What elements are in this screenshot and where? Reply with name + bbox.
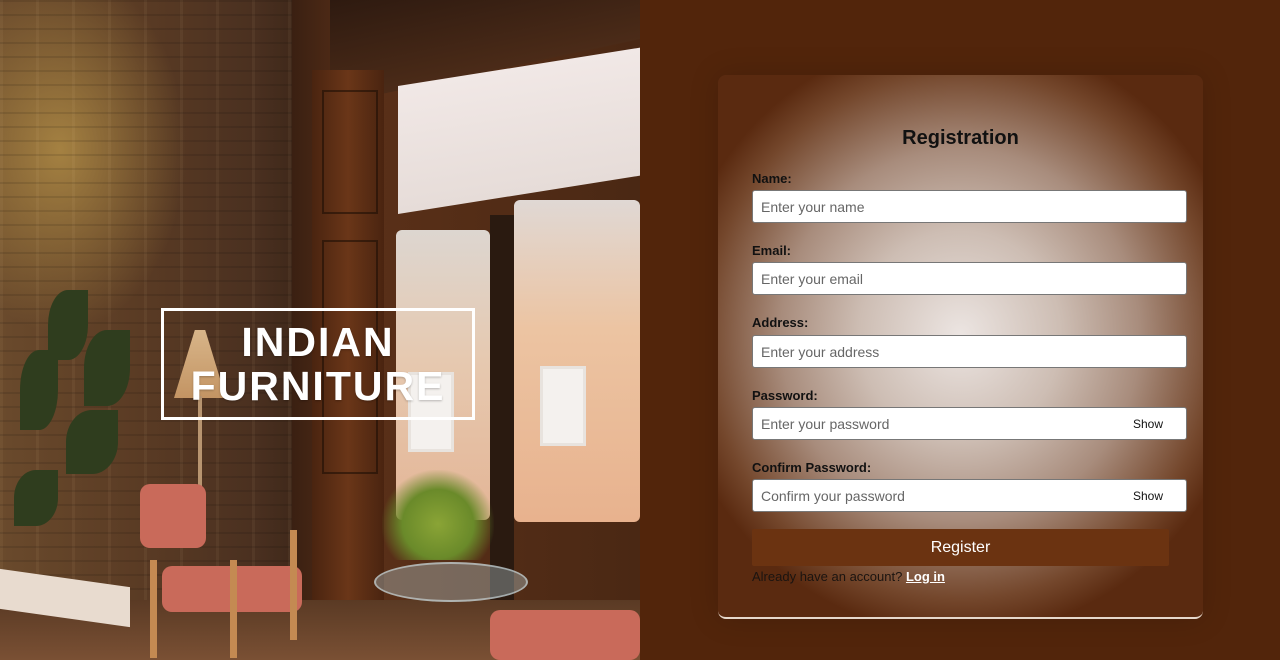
form-title: Registration bbox=[902, 127, 1019, 149]
email-input[interactable] bbox=[752, 262, 1187, 295]
door-panel bbox=[322, 90, 378, 214]
address-input[interactable] bbox=[752, 335, 1187, 368]
chair-leg bbox=[150, 560, 157, 658]
chair-leg bbox=[230, 560, 237, 658]
hero-image-panel: INDIAN FURNITURE bbox=[0, 0, 640, 660]
plant-leaf bbox=[84, 330, 130, 406]
email-label: Email: bbox=[752, 243, 792, 258]
chair-leg bbox=[290, 530, 297, 640]
confirm-password-label: Confirm Password: bbox=[752, 460, 872, 475]
password-label: Password: bbox=[752, 388, 818, 403]
registration-card: Registration Name: Email: Address: Passw… bbox=[718, 75, 1203, 619]
building-window bbox=[540, 366, 586, 446]
name-label: Name: bbox=[752, 171, 792, 186]
plant-leaf bbox=[14, 470, 58, 526]
chair-back bbox=[140, 484, 206, 548]
register-button[interactable]: Register bbox=[752, 529, 1169, 566]
address-label: Address: bbox=[752, 315, 809, 330]
login-prompt-text: Already have an account? bbox=[752, 569, 903, 584]
glass-table bbox=[374, 562, 528, 602]
name-input[interactable] bbox=[752, 190, 1187, 223]
login-link[interactable]: Log in bbox=[906, 569, 945, 584]
brand-title-line2: FURNITURE bbox=[190, 363, 446, 409]
plant-leaf bbox=[20, 350, 58, 430]
window-pane-right bbox=[514, 200, 640, 522]
chair-seat bbox=[490, 610, 640, 660]
brand-title-box: INDIAN FURNITURE bbox=[161, 308, 475, 420]
brand-title-line1: INDIAN bbox=[241, 319, 395, 365]
plant-leaf bbox=[66, 410, 118, 474]
login-prompt: Already have an account? Log in bbox=[752, 569, 945, 584]
show-confirm-password-button[interactable]: Show bbox=[1118, 480, 1178, 511]
show-password-button[interactable]: Show bbox=[1118, 408, 1178, 439]
fern-plant bbox=[382, 470, 494, 560]
